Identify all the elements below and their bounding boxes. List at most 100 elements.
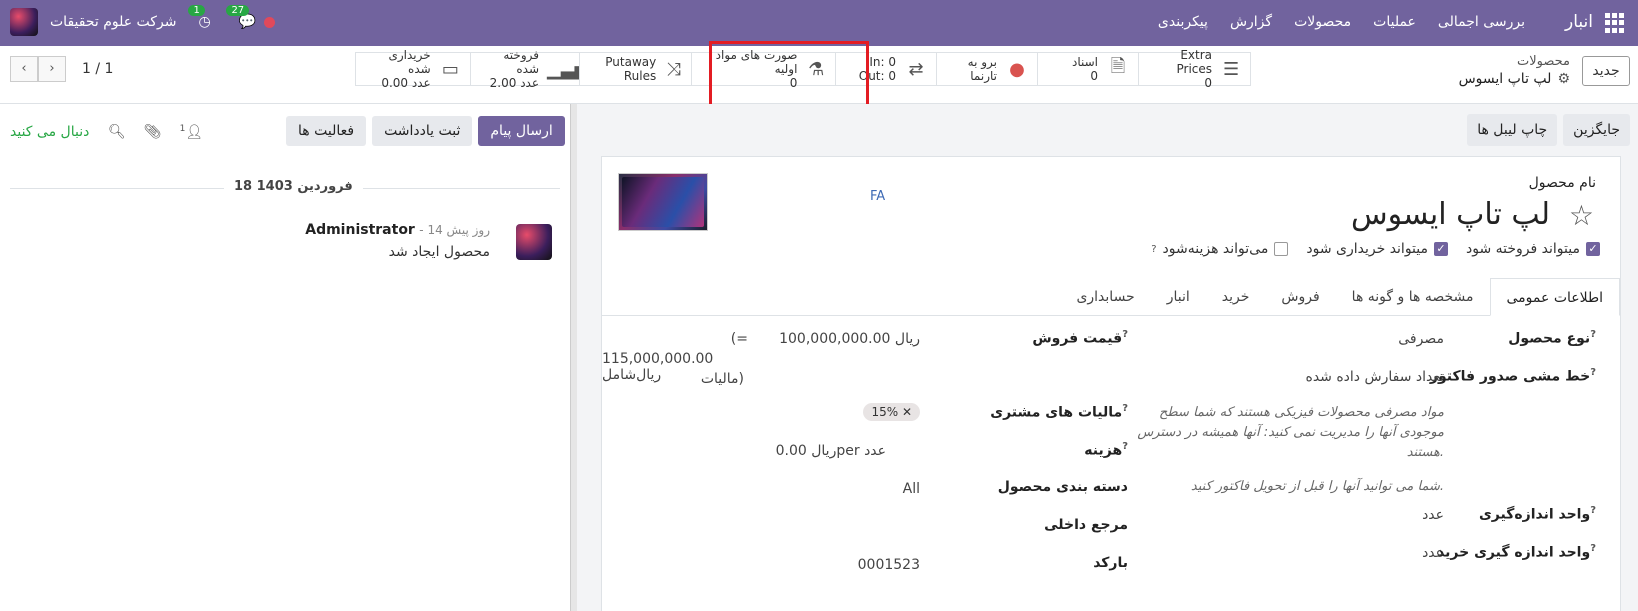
tab-sales[interactable]: فروش (1265, 278, 1335, 316)
purchase-uom-label: واحد اندازه گیری خرید? (1437, 543, 1596, 561)
help-icon[interactable]: ? (1151, 244, 1156, 255)
print-labels-button[interactable]: چاپ لیبل ها (1467, 114, 1558, 146)
tab-purchase[interactable]: خرید (1206, 278, 1266, 316)
tax-tag[interactable]: 15% ✕ (863, 403, 920, 421)
smart-label: فروخته شده (503, 48, 539, 76)
chatter-buttons: ارسال پیام ثبت یادداشت فعالیت ها (286, 116, 565, 146)
navbar-systray: شرکت علوم تحقیقات ◷ 1 💬 27 (10, 5, 276, 36)
pager-prev-button[interactable]: ‹ (10, 56, 38, 82)
cost-field[interactable]: 0.00 ریالper عدد (776, 443, 886, 459)
smart-button-website[interactable]: ● برو به تارنما (936, 52, 1038, 86)
chatter-panel: ارسال پیام ثبت یادداشت فعالیت ها 🔍︎ 📎︎ 1… (0, 104, 570, 611)
date-label: 18 فروردین 1403 (224, 179, 363, 194)
transfer-icon: ⇄ (908, 58, 924, 80)
smart-button-extra-prices[interactable]: ☰ Extra Prices 0 (1138, 48, 1251, 90)
message-author[interactable]: Administrator (305, 222, 415, 238)
gear-icon[interactable]: ⚙ (1557, 71, 1570, 87)
checkbox-checked-icon[interactable]: ✓ (1434, 242, 1449, 256)
search-icon[interactable]: 🔍︎ (108, 124, 126, 141)
smart-button-purchased[interactable]: ▭ خریداری شده 0.00 عدد (355, 48, 471, 90)
new-button[interactable]: جدید (1582, 56, 1630, 86)
tab-inventory[interactable]: انبار (1151, 278, 1206, 316)
activity-badge: 1 (188, 5, 205, 16)
chatter-icons: 🔍︎ 📎︎ 1👤︎ (108, 124, 203, 141)
apps-menu-icon[interactable] (1605, 13, 1625, 33)
menu-item-overview[interactable]: بررسی اجمالی (1438, 14, 1525, 30)
bar-chart-icon: ▁▃▅ (547, 58, 589, 80)
pager-value[interactable]: 1 / 1 (82, 61, 113, 77)
menu-item-configuration[interactable]: پیکربندی (1158, 14, 1208, 30)
status-dot-icon[interactable] (264, 16, 276, 28)
top-navbar: انبار بررسی اجمالی عملیات محصولات گزارش … (0, 0, 1638, 46)
author-avatar[interactable] (516, 224, 552, 260)
credit-card-icon: ▭ (441, 58, 459, 80)
pager-next-button[interactable]: › (38, 56, 66, 82)
product-type-label: نوع محصول? (1508, 329, 1596, 347)
user-avatar[interactable] (10, 8, 38, 36)
product-type-field[interactable]: مصرفی (1398, 331, 1444, 347)
app-brand[interactable]: انبار (1565, 12, 1593, 32)
smart-label: Putaway Rules (605, 55, 657, 83)
sales-price-incl-tax: مالیات) (700, 371, 744, 387)
invoice-policy-field[interactable]: تعداد سفارش داده شده (1305, 369, 1444, 385)
breadcrumb-parent[interactable]: محصولات (1459, 54, 1570, 69)
smart-button-bom[interactable]: ⚗ صورت های مواد اولیه 0 (691, 48, 836, 90)
tab-general-info[interactable]: اطلاعات عمومی (1489, 278, 1620, 316)
form-action-buttons: چاپ لیبل ها جایگزین (1467, 114, 1630, 146)
activities-button[interactable]: فعالیت ها (286, 116, 367, 146)
favorite-star-icon[interactable]: ☆ (1569, 199, 1594, 232)
sales-price-label: قیمت فروش? (1032, 329, 1128, 347)
messages-badge: 27 (226, 5, 250, 16)
send-message-button[interactable]: ارسال پیام (478, 116, 565, 146)
barcode-field[interactable]: 0001523 (858, 557, 920, 573)
tab-attributes-variants[interactable]: مشخصه ها و گونه ها (1336, 278, 1490, 316)
message-time: - 14 روز پیش (419, 223, 490, 237)
list-icon: ☰ (1222, 58, 1240, 80)
customer-taxes-label: مالیات های مشتری? (990, 403, 1128, 421)
product-image[interactable] (618, 173, 708, 231)
remove-tag-icon[interactable]: ✕ (902, 405, 912, 419)
messages-icon[interactable]: 💬 27 (226, 5, 256, 33)
can-be-sold-check[interactable]: ✓ میتواند فروخته شود (1466, 241, 1600, 257)
checkbox-label: میتواند خریداری شود (1306, 241, 1429, 257)
smart-button-documents[interactable]: 🗎 اسناد 0 (1037, 52, 1139, 86)
product-name-field[interactable]: لپ تاپ ایسوس (1351, 197, 1550, 232)
smart-value: Out: 0 (858, 69, 896, 83)
checkbox-checked-icon[interactable]: ✓ (1586, 242, 1600, 256)
tab-accounting[interactable]: حسابداری (1060, 278, 1150, 316)
menu-item-reporting[interactable]: گزارش (1230, 14, 1272, 30)
checkbox-label: میتواند فروخته شود (1466, 241, 1580, 257)
paperclip-icon[interactable]: 📎︎ (144, 124, 162, 141)
smart-button-putaway[interactable]: ⤨ Putaway Rules (579, 52, 692, 86)
language-code[interactable]: FA (870, 189, 885, 204)
smart-value: تارنما (970, 69, 997, 83)
barcode-label: بارکد (1093, 555, 1128, 571)
menu-item-products[interactable]: محصولات (1294, 14, 1351, 30)
message-body: محصول ایجاد شد (388, 244, 490, 260)
form-tabs: اطلاعات عمومی مشخصه ها و گونه ها فروش خر… (602, 278, 1620, 316)
followers-icon[interactable]: 1👤︎ (180, 124, 204, 141)
smart-label: اسناد (1071, 55, 1098, 69)
purchase-uom-field[interactable]: عدد (1422, 545, 1444, 561)
smart-label: خریداری شده (388, 48, 431, 76)
menu-item-operations[interactable]: عملیات (1373, 14, 1416, 30)
can-be-purchased-check[interactable]: ✓ میتواند خریداری شود (1306, 241, 1449, 257)
smart-label: Extra Prices (1176, 48, 1213, 76)
smart-button-sold[interactable]: ▁▃▅ فروخته شده 2.00 عدد (470, 48, 589, 90)
smart-label: برو به (967, 55, 997, 69)
can-be-expensed-check[interactable]: می‌تواند هزینه‌شود ? (1151, 241, 1289, 257)
company-name[interactable]: شرکت علوم تحقیقات (50, 14, 176, 30)
log-note-button[interactable]: ثبت یادداشت (372, 116, 473, 146)
internal-ref-label: مرجع داخلی (1044, 517, 1128, 533)
replenish-button[interactable]: جایگزین (1563, 114, 1630, 146)
form-sheet: FA نام محصول لپ تاپ ایسوس ☆ ✓ میتواند فر… (601, 156, 1621, 611)
activity-clock-icon[interactable]: ◷ 1 (188, 5, 214, 33)
checkbox-empty-icon[interactable] (1274, 242, 1289, 256)
smart-label: صورت های مواد اولیه (715, 48, 798, 76)
sales-price-field[interactable]: 100,000,000.00 ریال (779, 331, 920, 347)
consumable-hint: مواد مصرفی محصولات فیزیکی هستند که شما س… (1137, 405, 1444, 460)
smart-button-in-out[interactable]: ⇄ In: 0 Out: 0 (835, 52, 937, 86)
uom-field[interactable]: عدد (1422, 507, 1444, 523)
following-button[interactable]: دنبال می کنید (10, 124, 89, 140)
category-field[interactable]: All (903, 481, 920, 497)
